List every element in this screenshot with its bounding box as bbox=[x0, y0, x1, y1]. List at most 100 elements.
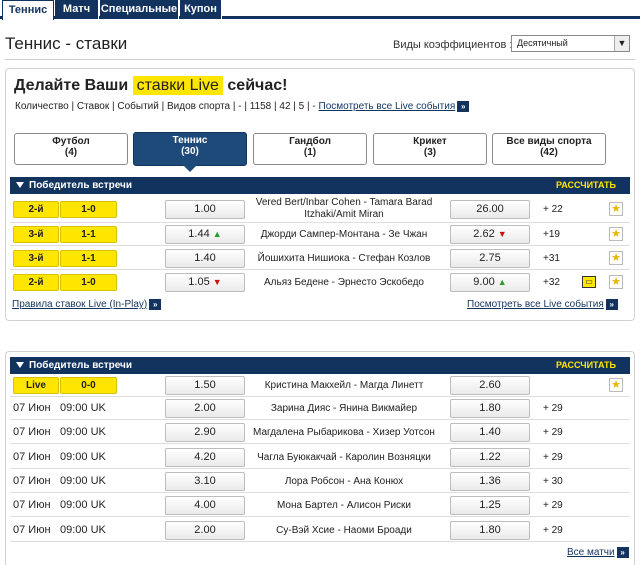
odds-down-arrow-icon: ▼ bbox=[497, 229, 507, 239]
odd-away-button[interactable]: 1.25 bbox=[450, 496, 530, 516]
score-badge: 1-0 bbox=[60, 274, 117, 291]
odd-away-button[interactable]: 1.80 bbox=[450, 520, 530, 540]
odd-away-button[interactable]: 1.40 bbox=[450, 423, 530, 443]
sport-tab-cricket[interactable]: Крикет (3) bbox=[373, 133, 487, 165]
more-markets-link[interactable]: +19 bbox=[543, 229, 560, 240]
score-badge: 1-1 bbox=[60, 250, 117, 267]
match-name[interactable]: Зарина Дияс - Янина Викмайер bbox=[233, 403, 455, 415]
calculate-link[interactable]: РАССЧИТАТЬ bbox=[556, 357, 616, 374]
more-markets-link[interactable]: + 29 bbox=[543, 452, 563, 463]
collapse-icon bbox=[16, 362, 24, 369]
all-matches-link[interactable]: Все матчи» bbox=[567, 547, 629, 558]
odd-away-button[interactable]: 1.22 bbox=[450, 447, 530, 467]
all-matches-text: Все матчи bbox=[567, 547, 615, 559]
odd-away-button[interactable]: 2.60 bbox=[450, 376, 530, 395]
set-badge: 2-й bbox=[13, 274, 59, 291]
odds-up-arrow-icon: ▲ bbox=[497, 277, 507, 287]
match-name[interactable]: Кристина Макхейл - Магда Линетт bbox=[233, 380, 455, 392]
rules-link-text: Правила ставок Live (In-Play) bbox=[12, 299, 148, 311]
odd-away-button[interactable]: 1.80 bbox=[450, 399, 530, 418]
match-time: 09:00 UK bbox=[60, 474, 106, 487]
favorite-star-icon[interactable]: ★ bbox=[609, 275, 623, 289]
match-name[interactable]: Йошихита Нишиока - Стефан Козлов bbox=[233, 253, 455, 265]
more-markets-link[interactable]: + 29 bbox=[543, 403, 563, 414]
odds-type-value: Десятичный bbox=[517, 38, 568, 48]
score-badge: 1-0 bbox=[60, 201, 117, 218]
sport-tab-football[interactable]: Футбол (4) bbox=[14, 133, 128, 165]
live-market-header[interactable]: Победитель встречи РАССЧИТАТЬ bbox=[10, 177, 630, 194]
tab-match[interactable]: Матч bbox=[55, 0, 99, 19]
table-row: 07 Июн 09:00 UK 4.00 Мона Бартел - Алисон Р… bbox=[10, 495, 630, 518]
tab-tennis[interactable]: Теннис bbox=[2, 0, 54, 20]
active-pointer-icon bbox=[183, 165, 197, 172]
calculate-link[interactable]: РАССЧИТАТЬ bbox=[556, 177, 616, 194]
odd-away-button[interactable]: 2.62 ▼ bbox=[450, 225, 530, 244]
promo-highlight: ставки Live bbox=[132, 76, 223, 95]
divider bbox=[5, 59, 635, 60]
favorite-star-icon[interactable]: ★ bbox=[609, 202, 623, 216]
match-name[interactable]: Чагла Буюкакчай - Каролин Возняцки bbox=[233, 452, 455, 464]
upcoming-market-header[interactable]: Победитель встречи РАССЧИТАТЬ bbox=[10, 357, 630, 374]
sport-name: Футбол bbox=[52, 136, 90, 147]
sport-count: (4) bbox=[64, 147, 78, 158]
more-markets-link[interactable]: + 22 bbox=[543, 204, 563, 215]
odds-type-label: Виды коэффициентов : bbox=[393, 39, 513, 51]
match-time: 09:00 UK bbox=[60, 450, 106, 463]
table-row: 07 Июн 09:00 UK 4.20 Чагла Буюкакчай - Каро… bbox=[10, 447, 630, 469]
all-live-link[interactable]: Посмотреть все Live события bbox=[319, 101, 456, 112]
table-row: 2-й 1-0 1.05 ▼ Альяз Бедене - Эрнесто Эс… bbox=[10, 272, 630, 294]
sport-name: Теннис bbox=[172, 135, 208, 146]
table-row-live: Live 0-0 1.50 Кристина Макхейл - Магда Л… bbox=[10, 375, 630, 397]
promo-pre: Делайте Ваши bbox=[14, 77, 129, 94]
tab-special[interactable]: Специальные bbox=[100, 0, 179, 19]
sport-name: Крикет bbox=[413, 136, 447, 147]
sport-count: (1) bbox=[303, 147, 317, 158]
more-markets-link[interactable]: + 29 bbox=[543, 427, 563, 438]
more-markets-link[interactable]: + 29 bbox=[543, 500, 563, 511]
match-date: 07 Июн bbox=[13, 499, 51, 512]
match-name[interactable]: Мона Бартел - Алисон Риски bbox=[233, 500, 455, 512]
favorite-star-icon[interactable]: ★ bbox=[609, 251, 623, 265]
odds-type-select[interactable]: Десятичный ▼ bbox=[511, 35, 630, 52]
match-name[interactable]: Лора Робсон - Ана Конюх bbox=[233, 476, 455, 488]
match-name[interactable]: Альяз Бедене - Эрнесто Эскобедо bbox=[233, 277, 455, 289]
more-markets-link[interactable]: + 29 bbox=[543, 525, 563, 536]
odd-away-button[interactable]: 9.00 ▲ bbox=[450, 273, 530, 292]
more-markets-link[interactable]: +31 bbox=[543, 253, 560, 264]
sport-tab-tennis[interactable]: Теннис (30) bbox=[133, 132, 247, 172]
double-chevron-right-icon: » bbox=[457, 101, 470, 112]
sport-count: (42) bbox=[540, 147, 558, 158]
promo-headline: Делайте Ваши ставки Live сейчас! bbox=[14, 76, 287, 95]
sport-tab-handball[interactable]: Гандбол (1) bbox=[253, 133, 367, 165]
all-live-events-link[interactable]: Посмотреть все Live события» bbox=[467, 299, 618, 310]
tv-icon[interactable]: ▭ bbox=[582, 276, 596, 288]
more-markets-link[interactable]: + 30 bbox=[543, 476, 563, 487]
market-title: Победитель встречи bbox=[29, 180, 132, 191]
table-row: 07 Июн 09:00 UK 2.00 Су-Вэй Хсие - Наоми Бр… bbox=[10, 520, 630, 542]
tab-coupon[interactable]: Купон bbox=[180, 0, 222, 19]
table-row: 3-й 1-1 1.44 ▲ Джорди Сампер-Монтана - З… bbox=[10, 224, 630, 246]
match-name[interactable]: Джорди Сампер-Монтана - Зе Чжан bbox=[233, 229, 455, 241]
table-row: 07 Июн 09:00 UK 2.00 Зарина Дияс - Янина Ви… bbox=[10, 398, 630, 420]
sport-count: (3) bbox=[423, 147, 437, 158]
match-name[interactable]: Vered Bert/Inbar Cohen - Tamara Barad It… bbox=[233, 197, 455, 221]
odd-away-button[interactable]: 1.36 bbox=[450, 471, 530, 491]
sport-tab-all[interactable]: Все виды спорта (42) bbox=[492, 133, 606, 165]
match-date: 07 Июн bbox=[13, 523, 51, 536]
odd-away-button[interactable]: 2.75 bbox=[450, 249, 530, 268]
favorite-star-icon[interactable]: ★ bbox=[609, 227, 623, 241]
table-row: 3-й 1-1 1.40 Йошихита Нишиока - Стефан К… bbox=[10, 248, 630, 270]
match-name[interactable]: Су-Вэй Хсие - Наоми Броади bbox=[233, 525, 455, 537]
table-row: 2-й 1-0 1.00 Vered Bert/Inbar Cohen - Ta… bbox=[10, 197, 630, 223]
live-badge: Live bbox=[13, 377, 59, 394]
match-name[interactable]: Магдалена Рыбарикова - Хизер Уотсон bbox=[233, 427, 455, 439]
live-rules-link[interactable]: Правила ставок Live (In-Play)» bbox=[12, 299, 162, 311]
match-time: 09:00 UK bbox=[60, 523, 106, 536]
odd-away-button[interactable]: 26.00 bbox=[450, 200, 530, 219]
match-date: 07 Июн bbox=[13, 402, 51, 414]
collapse-icon bbox=[16, 182, 24, 189]
score-badge: 0-0 bbox=[60, 377, 117, 394]
set-badge: 3-й bbox=[13, 226, 59, 243]
more-markets-link[interactable]: +32 bbox=[543, 277, 560, 288]
favorite-star-icon[interactable]: ★ bbox=[609, 378, 623, 392]
